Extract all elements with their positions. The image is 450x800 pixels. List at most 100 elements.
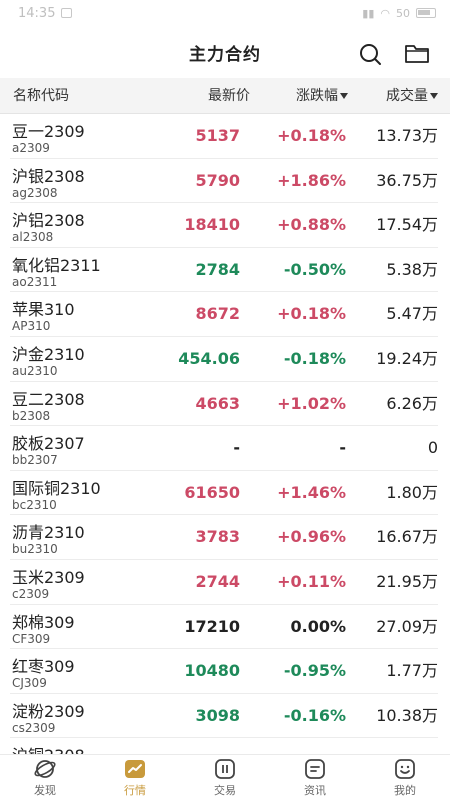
- change-percent: 0.00%: [290, 616, 346, 636]
- tab-trade[interactable]: 交易: [180, 755, 270, 800]
- contract-row[interactable]: 玉米2309 c2309 2744 +0.11% 21.95万: [10, 560, 438, 605]
- contract-code: au2310: [12, 363, 58, 378]
- trade-icon: [215, 759, 235, 779]
- change-percent: -0.95%: [283, 661, 346, 681]
- volume: 1.80万: [386, 482, 438, 502]
- contract-name: 沪铝2308: [12, 211, 85, 231]
- contract-row[interactable]: 沪铜2308cu2308: [10, 738, 438, 754]
- volume: 21.95万: [376, 571, 438, 591]
- contract-row[interactable]: 沪铝2308 al2308 18410 +0.88% 17.54万: [10, 203, 438, 248]
- change-percent: -: [339, 438, 346, 458]
- change-percent: +0.11%: [277, 571, 346, 591]
- volume: 13.73万: [376, 126, 438, 145]
- contract-name: 郑棉309: [12, 612, 75, 632]
- change-percent: +1.02%: [277, 393, 346, 413]
- contract-row[interactable]: 郑棉309 CF309 17210 0.00% 27.09万: [10, 605, 438, 650]
- column-header-change[interactable]: 涨跌幅: [296, 78, 348, 114]
- contract-row[interactable]: 国际铜2310 bc2310 61650 +1.46% 1.80万: [10, 471, 438, 516]
- contract-name: 沪铜2308: [12, 742, 85, 754]
- contract-code: AP310: [12, 319, 51, 334]
- contract-name: 豆一2309: [12, 122, 85, 141]
- folder-icon[interactable]: [404, 42, 430, 64]
- volume: 5.38万: [386, 259, 438, 279]
- contract-name: 苹果310: [12, 300, 75, 320]
- planet-icon: [34, 760, 56, 778]
- wifi-icon: ◠: [380, 6, 390, 20]
- news-icon: [305, 759, 325, 779]
- volume: 19.24万: [376, 348, 438, 368]
- column-header-volume[interactable]: 成交量: [386, 78, 438, 114]
- table-header: 名称代码 最新价 涨跌幅 成交量: [0, 78, 450, 114]
- volume: 5.47万: [386, 304, 438, 324]
- last-price: 17210: [184, 616, 240, 636]
- signal-icon: ▮▮: [362, 6, 375, 20]
- contract-code: cs2309: [12, 720, 56, 735]
- smile-icon: [395, 759, 415, 779]
- last-price: 61650: [184, 482, 240, 502]
- contract-code: ao2311: [12, 274, 58, 289]
- contract-name: 玉米2309: [12, 567, 85, 587]
- status-right: ▮▮ ◠ 50: [362, 7, 436, 20]
- contract-name: 氧化铝2311: [12, 255, 101, 275]
- contract-code: ag2308: [12, 185, 58, 200]
- change-percent: +0.18%: [277, 304, 346, 324]
- contract-row[interactable]: 豆一2309 a2309 5137 +0.18% 13.73万: [10, 114, 438, 159]
- last-price: 5137: [195, 126, 240, 145]
- volume: 6.26万: [386, 393, 438, 413]
- contract-row[interactable]: 苹果310 AP310 8672 +0.18% 5.47万: [10, 292, 438, 337]
- change-percent: -0.50%: [283, 259, 346, 279]
- battery-icon: [416, 8, 436, 18]
- column-header-price[interactable]: 最新价: [208, 78, 250, 114]
- search-icon[interactable]: [358, 42, 382, 66]
- contract-row[interactable]: 沪金2310 au2310 454.06 -0.18% 19.24万: [10, 337, 438, 382]
- contract-code: CJ309: [12, 676, 47, 691]
- volume: 17.54万: [376, 215, 438, 235]
- last-price: 8672: [195, 304, 240, 324]
- volume: 16.67万: [376, 527, 438, 547]
- change-percent: +0.18%: [277, 126, 346, 145]
- last-price: 3098: [195, 705, 240, 725]
- contract-code: a2309: [12, 141, 50, 155]
- page-title: 主力合约: [189, 44, 261, 65]
- contract-name: 沪金2310: [12, 344, 85, 364]
- column-header-change-label: 涨跌幅: [296, 88, 338, 104]
- tab-market[interactable]: 行情: [90, 755, 180, 800]
- contract-row[interactable]: 红枣309 CJ309 10480 -0.95% 1.77万: [10, 649, 438, 694]
- contract-name: 沥青2310: [12, 523, 85, 543]
- change-percent: +1.46%: [277, 482, 346, 502]
- tab-discover[interactable]: 发现: [0, 755, 90, 800]
- volume: 0: [427, 438, 438, 458]
- last-price: 4663: [195, 393, 240, 413]
- contract-name: 淀粉2309: [12, 701, 85, 721]
- contract-code: CF309: [12, 631, 51, 646]
- volume: 27.09万: [376, 616, 438, 636]
- tab-label: 我的: [394, 784, 416, 797]
- contract-name: 胶板2307: [12, 434, 85, 454]
- bottom-tab-bar: 发现 行情 交易 资讯 我的: [0, 754, 450, 800]
- app-header: 主力合约: [0, 26, 450, 78]
- contract-row[interactable]: 沥青2310 bu2310 3783 +0.96% 16.67万: [10, 515, 438, 560]
- contract-list[interactable]: 豆一2309 a2309 5137 +0.18% 13.73万 沪银2308 ag2308 5…: [0, 114, 450, 754]
- contract-code: bc2310: [12, 497, 57, 512]
- contract-row[interactable]: 氧化铝2311 ao2311 2784 -0.50% 5.38万: [10, 248, 438, 293]
- tab-news[interactable]: 资讯: [270, 755, 360, 800]
- contract-name: 国际铜2310: [12, 478, 101, 498]
- contract-row[interactable]: 胶板2307 bb2307 - - 0: [10, 426, 438, 471]
- contract-row[interactable]: 沪银2308 ag2308 5790 +1.86% 36.75万: [10, 159, 438, 204]
- tab-label: 交易: [214, 784, 236, 797]
- volume: 10.38万: [376, 705, 438, 725]
- contract-row[interactable]: 淀粉2309 cs2309 3098 -0.16% 10.38万: [10, 694, 438, 739]
- tab-label: 发现: [34, 784, 56, 797]
- last-price: 3783: [195, 527, 240, 547]
- sort-arrow-icon: [430, 93, 438, 99]
- contract-code: b2308: [12, 408, 51, 423]
- last-price: 5790: [195, 170, 240, 190]
- last-price: 2744: [195, 571, 240, 591]
- contract-code: bu2310: [12, 542, 58, 557]
- contract-name: 豆二2308: [12, 389, 85, 409]
- tab-mine[interactable]: 我的: [360, 755, 450, 800]
- tab-label: 行情: [124, 784, 146, 797]
- sort-arrow-icon: [340, 93, 348, 99]
- contract-row[interactable]: 豆二2308 b2308 4663 +1.02% 6.26万: [10, 382, 438, 427]
- change-percent: +0.88%: [277, 215, 346, 235]
